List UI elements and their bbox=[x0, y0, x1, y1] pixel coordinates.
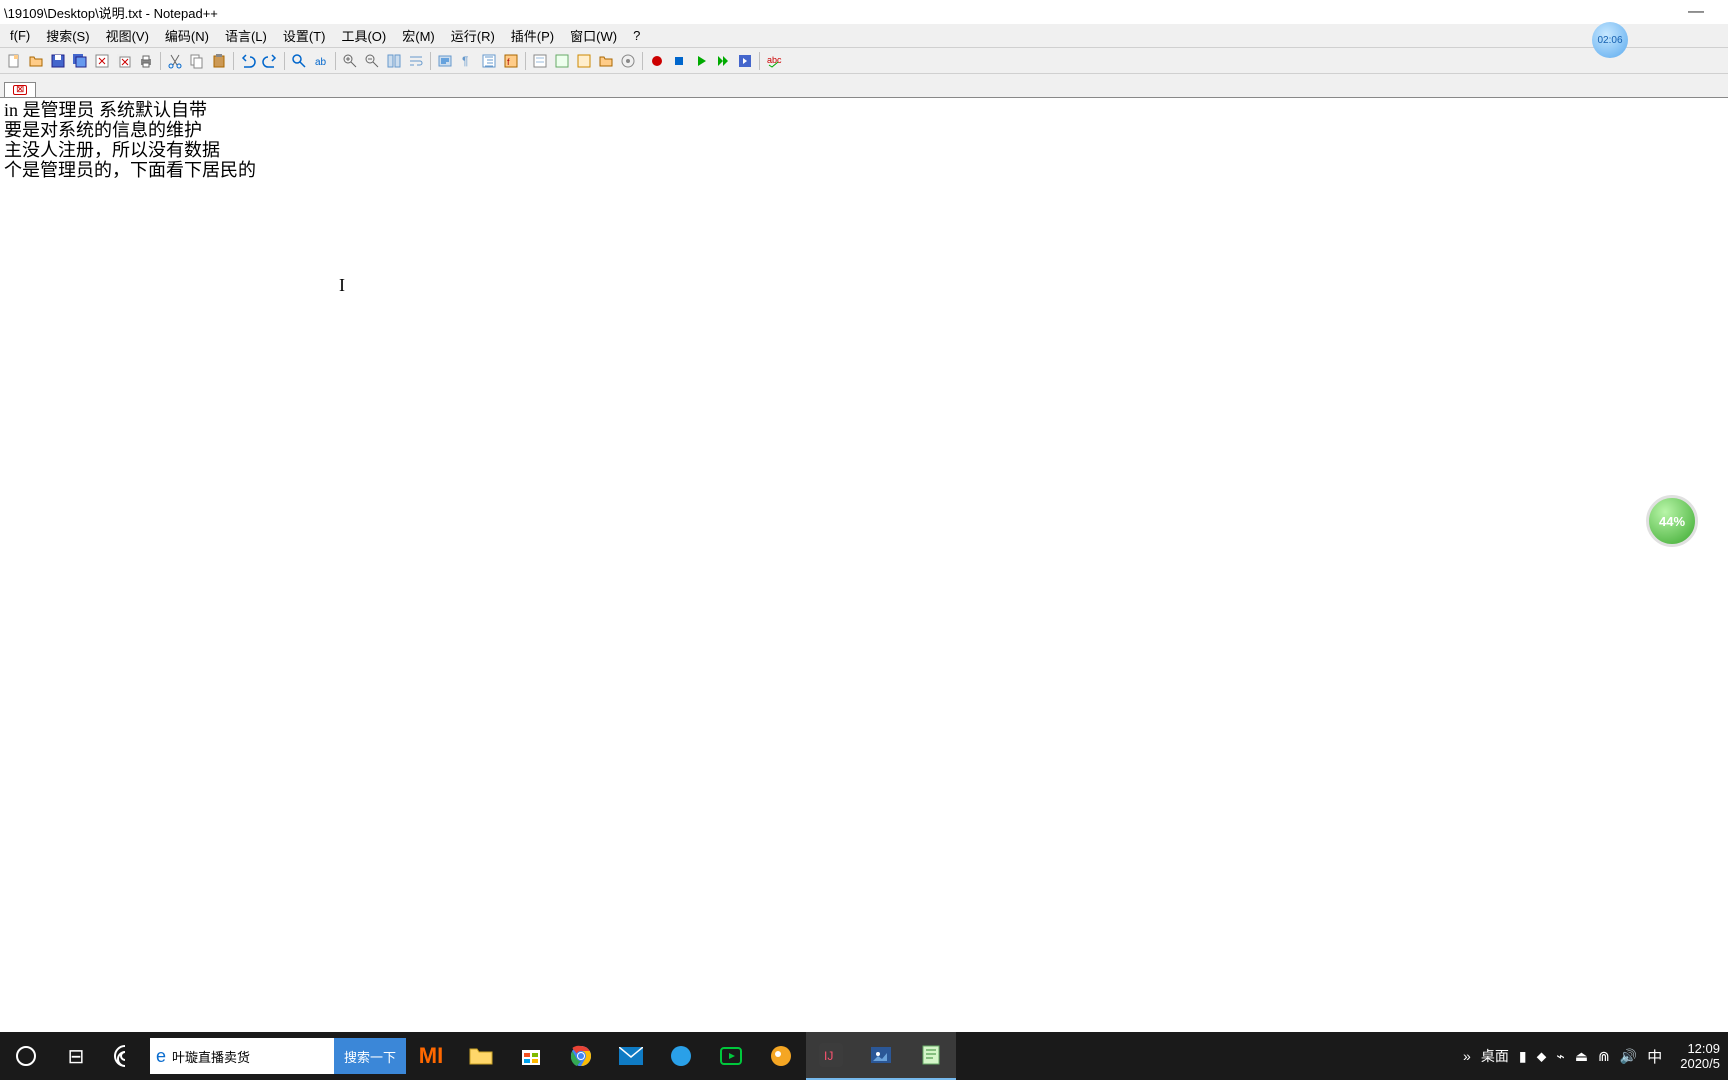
close-icon[interactable] bbox=[92, 51, 112, 71]
wrap-icon[interactable] bbox=[406, 51, 426, 71]
taskbar-app-orange[interactable] bbox=[756, 1032, 806, 1080]
paste-icon[interactable] bbox=[209, 51, 229, 71]
tray-battery-icon[interactable]: ▮ bbox=[1517, 1048, 1529, 1065]
editor-line: in 是管理员 系统默认自带 bbox=[0, 100, 1728, 120]
taskbar-app-store[interactable] bbox=[506, 1032, 556, 1080]
open-file-icon[interactable] bbox=[26, 51, 46, 71]
redo-icon[interactable] bbox=[260, 51, 280, 71]
svg-text:abc: abc bbox=[767, 55, 782, 65]
task-view-button[interactable]: ⊟ bbox=[52, 1044, 100, 1069]
udl-icon[interactable]: f bbox=[501, 51, 521, 71]
menu-search[interactable]: 搜索(S) bbox=[40, 24, 95, 47]
function-list-icon[interactable] bbox=[574, 51, 594, 71]
svg-text:¶: ¶ bbox=[462, 54, 468, 68]
start-button[interactable] bbox=[0, 1032, 52, 1080]
tray-wifi-icon[interactable]: ⋒ bbox=[1596, 1048, 1612, 1065]
tray-volume-icon[interactable]: 🔊 bbox=[1618, 1048, 1639, 1065]
svg-text:IJ: IJ bbox=[824, 1049, 833, 1063]
menu-tools[interactable]: 工具(O) bbox=[335, 24, 392, 47]
tab-current[interactable]: ⊠ bbox=[4, 82, 36, 97]
menu-help[interactable]: ? bbox=[627, 26, 646, 45]
doc-list-icon[interactable] bbox=[552, 51, 572, 71]
text-cursor-icon: I bbox=[339, 275, 341, 293]
editor-line: 个是管理员的，下面看下居民的 bbox=[0, 160, 1728, 180]
taskbar-app-notepadpp[interactable] bbox=[906, 1032, 956, 1080]
tray-eject-icon[interactable]: ⏏ bbox=[1573, 1048, 1590, 1065]
menu-file[interactable]: f(F) bbox=[4, 26, 36, 45]
menu-plugins[interactable]: 插件(P) bbox=[505, 24, 560, 47]
save-all-icon[interactable] bbox=[70, 51, 90, 71]
menu-run[interactable]: 运行(R) bbox=[445, 24, 501, 47]
spellcheck-icon[interactable]: abc bbox=[764, 51, 784, 71]
taskbar-app-spiral[interactable] bbox=[100, 1032, 150, 1080]
clock-date: 2020/5 bbox=[1680, 1056, 1720, 1071]
save-macro-icon[interactable] bbox=[735, 51, 755, 71]
search-button[interactable]: 搜索一下 bbox=[334, 1038, 406, 1074]
menu-macro[interactable]: 宏(M) bbox=[396, 24, 441, 47]
print-icon[interactable] bbox=[136, 51, 156, 71]
tray-desktop-label[interactable]: 桌面 bbox=[1479, 1046, 1511, 1066]
tray-security-icon[interactable]: ⬥ bbox=[1535, 1048, 1549, 1065]
menu-settings[interactable]: 设置(T) bbox=[277, 24, 332, 47]
menu-language[interactable]: 语言(L) bbox=[219, 24, 273, 47]
taskbar-app-iqiyi[interactable] bbox=[706, 1032, 756, 1080]
zoom-in-icon[interactable] bbox=[340, 51, 360, 71]
tray-ime-icon[interactable]: 中 bbox=[1645, 1046, 1664, 1067]
close-all-icon[interactable] bbox=[114, 51, 134, 71]
taskbar-app-photos[interactable] bbox=[856, 1032, 906, 1080]
menu-window[interactable]: 窗口(W) bbox=[564, 24, 623, 47]
start-icon bbox=[16, 1046, 36, 1066]
tray-clock[interactable]: 12:09 2020/5 bbox=[1672, 1041, 1728, 1071]
cut-icon[interactable] bbox=[165, 51, 185, 71]
editor-line: 要是对系统的信息的维护 bbox=[0, 120, 1728, 140]
performance-badge: 44% bbox=[1646, 495, 1698, 547]
svg-text:ab: ab bbox=[315, 57, 327, 68]
undo-icon[interactable] bbox=[238, 51, 258, 71]
ie-icon: e bbox=[156, 1046, 166, 1066]
tray-chevron-icon[interactable]: » bbox=[1461, 1048, 1473, 1064]
tab-close-icon[interactable]: ⊠ bbox=[13, 85, 27, 95]
menu-view[interactable]: 视图(V) bbox=[100, 24, 155, 47]
taskbar-app-ide[interactable]: IJ bbox=[806, 1032, 856, 1080]
taskbar-app-chrome[interactable] bbox=[556, 1032, 606, 1080]
taskbar: ⊟ e 搜索一下 MI IJ » 桌面 ▮ ⬥ ⌁ ⏏ ⋒ 🔊 中 12:09 … bbox=[0, 1032, 1728, 1080]
taskbar-app-mail[interactable] bbox=[606, 1032, 656, 1080]
play-multi-icon[interactable] bbox=[713, 51, 733, 71]
tray-bluetooth-icon[interactable]: ⌁ bbox=[1554, 1048, 1566, 1065]
show-indent-icon[interactable]: ¶ bbox=[457, 51, 477, 71]
titlebar: \19109\Desktop\说明.txt - Notepad++ — bbox=[0, 0, 1728, 24]
toolbar: ab ¶ f abc bbox=[0, 48, 1728, 74]
show-all-chars-icon[interactable] bbox=[435, 51, 455, 71]
monitoring-icon[interactable] bbox=[618, 51, 638, 71]
record-macro-icon[interactable] bbox=[647, 51, 667, 71]
folder-workspace-icon[interactable] bbox=[596, 51, 616, 71]
editor-area[interactable]: in 是管理员 系统默认自带 要是对系统的信息的维护 主没人注册，所以没有数据 … bbox=[0, 100, 1728, 1032]
find-icon[interactable] bbox=[289, 51, 309, 71]
editor-line: 主没人注册，所以没有数据 bbox=[0, 140, 1728, 160]
replace-icon[interactable]: ab bbox=[311, 51, 331, 71]
play-macro-icon[interactable] bbox=[691, 51, 711, 71]
copy-icon[interactable] bbox=[187, 51, 207, 71]
clock-time: 12:09 bbox=[1680, 1041, 1720, 1056]
doc-map-icon[interactable] bbox=[530, 51, 550, 71]
system-tray: » 桌面 ▮ ⬥ ⌁ ⏏ ⋒ 🔊 中 bbox=[1453, 1046, 1672, 1067]
menu-encoding[interactable]: 编码(N) bbox=[159, 24, 215, 47]
timer-badge: 02:06 bbox=[1592, 22, 1628, 58]
sync-scroll-icon[interactable] bbox=[384, 51, 404, 71]
taskbar-app-mi[interactable]: MI bbox=[406, 1032, 456, 1080]
new-file-icon[interactable] bbox=[4, 51, 24, 71]
window-title: \19109\Desktop\说明.txt - Notepad++ bbox=[4, 3, 1688, 22]
zoom-out-icon[interactable] bbox=[362, 51, 382, 71]
save-icon[interactable] bbox=[48, 51, 68, 71]
minimize-button[interactable]: — bbox=[1688, 3, 1704, 21]
tabbar: ⊠ bbox=[0, 74, 1728, 98]
menubar: f(F) 搜索(S) 视图(V) 编码(N) 语言(L) 设置(T) 工具(O)… bbox=[0, 24, 1728, 48]
taskbar-app-explorer[interactable] bbox=[456, 1032, 506, 1080]
indent-guide-icon[interactable] bbox=[479, 51, 499, 71]
search-box[interactable]: e bbox=[150, 1038, 334, 1074]
taskbar-app-blue-circle[interactable] bbox=[656, 1032, 706, 1080]
stop-macro-icon[interactable] bbox=[669, 51, 689, 71]
search-input[interactable] bbox=[172, 1049, 348, 1064]
